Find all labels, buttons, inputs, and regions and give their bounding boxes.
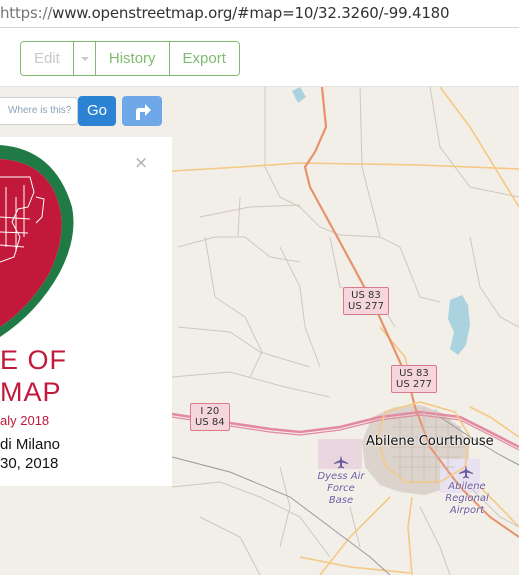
shield-line-2: US 84 <box>195 417 225 428</box>
url-text[interactable]: https://www.openstreetmap.org/#map=10/32… <box>0 4 450 22</box>
close-icon[interactable]: × <box>134 155 148 172</box>
shield-line-2: US 277 <box>348 301 384 312</box>
city-label[interactable]: Abilene Courthouse <box>366 434 494 449</box>
airport-label-line-2: Regional <box>445 493 489 504</box>
airbase-label-line-2: Force Base <box>327 483 355 506</box>
banner-range: 30, 2018 <box>0 455 59 472</box>
url-scheme: https:// <box>0 4 53 22</box>
edit-history-export-group: Edit History Export <box>20 41 240 76</box>
search-placeholder: Where is this? <box>8 105 72 116</box>
directions-icon <box>136 104 151 120</box>
edit-button[interactable]: Edit <box>21 42 74 75</box>
shield-line-2: US 277 <box>396 379 432 390</box>
banner-venue: di Milano <box>0 436 61 453</box>
sotm-logo-pin <box>0 145 74 337</box>
banner-title-line-2: MAP <box>0 377 62 407</box>
shield-line-1: I 20 <box>200 406 220 417</box>
pond-water <box>292 87 306 103</box>
sotm-banner[interactable]: × E OF MAP aly 2018 di Milano 30, 2018 <box>0 137 172 486</box>
lake-water <box>448 295 470 355</box>
edit-dropdown-button[interactable] <box>73 42 96 75</box>
banner-date: aly 2018 <box>0 413 50 428</box>
airport-plane-icon <box>459 465 473 479</box>
highway-shield: US 83 US 277 <box>391 365 437 393</box>
airbase-label-line-1: Dyess Air <box>317 471 365 482</box>
export-button[interactable]: Export <box>169 42 239 75</box>
banner-title-line-1: E OF <box>0 345 68 375</box>
airport-label-line-1: Abilene <box>448 481 486 492</box>
directions-button[interactable] <box>122 96 162 126</box>
go-button[interactable]: Go <box>78 96 116 126</box>
url-path: www.openstreetmap.org/#map=10/32.3260/-9… <box>52 4 450 22</box>
address-bar[interactable]: https://www.openstreetmap.org/#map=10/32… <box>0 0 519 28</box>
search-input[interactable]: Where is this? <box>0 97 78 125</box>
airport-label: Abilene Regional Airport <box>442 481 492 517</box>
highway-shield: I 20 US 84 <box>190 403 230 431</box>
shield-line-1: US 83 <box>399 368 429 379</box>
shield-line-1: US 83 <box>351 290 381 301</box>
airbase-plane-icon <box>334 455 348 469</box>
us-83-road <box>303 87 417 408</box>
toolbar: Edit History Export <box>0 28 519 87</box>
airport-label-line-3: Airport <box>449 505 485 516</box>
history-button[interactable]: History <box>95 42 170 75</box>
highway-shield: US 83 US 277 <box>343 287 389 315</box>
airbase-label: Dyess Air Force Base <box>314 471 368 507</box>
